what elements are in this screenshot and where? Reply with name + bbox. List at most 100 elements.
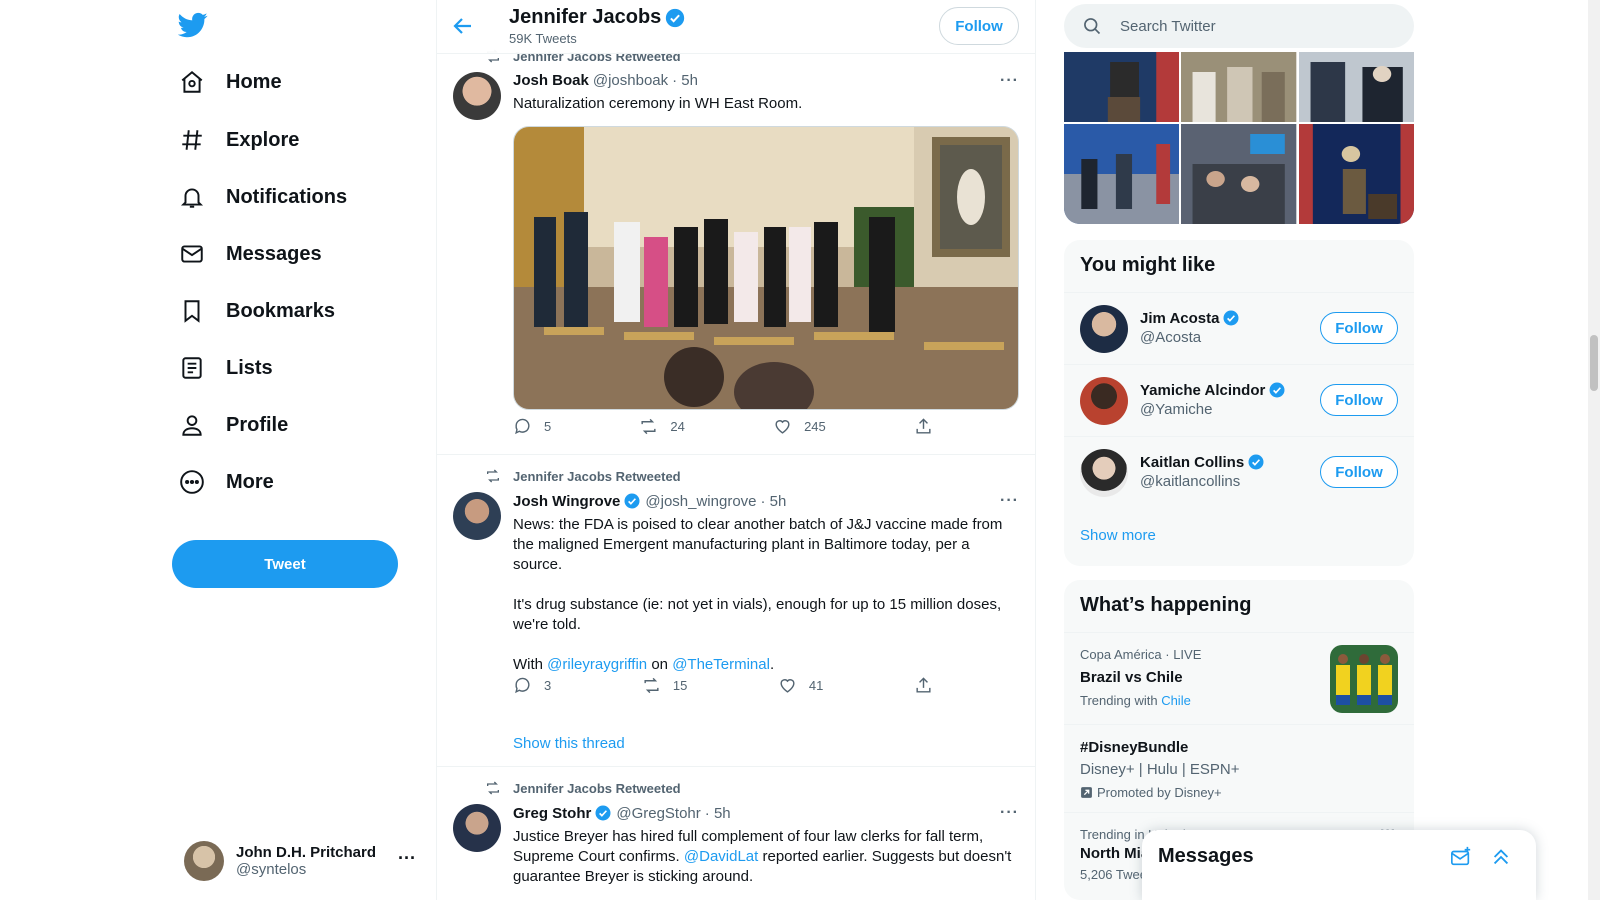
- tweet[interactable]: Jennifer Jacobs Retweeted Greg Stohr @Gr…: [437, 767, 1035, 900]
- trend-link[interactable]: Chile: [1161, 693, 1191, 708]
- nav-bookmarks[interactable]: Bookmarks: [178, 291, 335, 331]
- media-thumbnail[interactable]: [1181, 124, 1297, 224]
- avatar[interactable]: [453, 804, 501, 852]
- trend-item[interactable]: Copa América · LIVE Brazil vs Chile Tren…: [1064, 632, 1414, 724]
- tweet-time[interactable]: · 5h: [705, 805, 731, 822]
- verified-badge-icon: [1269, 382, 1285, 398]
- promoted-label: Promoted by Disney+: [1080, 785, 1222, 800]
- media-thumbnail[interactable]: [1181, 52, 1297, 122]
- retweeted-by-label: Jennifer Jacobs Retweeted: [513, 780, 681, 796]
- share-button[interactable]: [914, 416, 933, 436]
- author-name[interactable]: Greg Stohr: [513, 805, 591, 822]
- retweet-button[interactable]: 24: [639, 416, 685, 436]
- follow-button[interactable]: Follow: [1320, 312, 1398, 344]
- back-arrow-icon[interactable]: [451, 14, 477, 40]
- avatar[interactable]: [453, 492, 501, 540]
- search-box[interactable]: Search Twitter: [1064, 4, 1414, 48]
- author-name[interactable]: Josh Wingrove: [513, 493, 620, 510]
- tweet-button[interactable]: Tweet: [172, 540, 398, 588]
- more-options-icon[interactable]: ···: [1000, 492, 1019, 510]
- author-handle[interactable]: @joshboak: [593, 72, 668, 89]
- trend-thumbnail: [1330, 645, 1398, 713]
- nav-home[interactable]: Home: [178, 62, 282, 102]
- trend-item[interactable]: #DisneyBundle Disney+ | Hulu | ESPN+ Pro…: [1064, 724, 1414, 812]
- avatar[interactable]: [453, 72, 501, 120]
- avatar[interactable]: [1080, 449, 1128, 497]
- account-handle: @syntelos: [236, 861, 307, 878]
- user-name: Kaitlan Collins: [1140, 453, 1265, 471]
- trend-title: Brazil vs Chile: [1080, 669, 1183, 686]
- reply-icon: [515, 677, 530, 693]
- nav-label: Notifications: [226, 185, 348, 208]
- reply-button[interactable]: 5: [513, 416, 551, 436]
- tweet[interactable]: Jennifer Jacobs Retweeted Josh Wingrove …: [437, 455, 1035, 767]
- follow-button[interactable]: Follow: [1320, 384, 1398, 416]
- nav-explore[interactable]: Explore: [178, 120, 299, 160]
- like-button[interactable]: 41: [778, 675, 823, 695]
- user-handle: @kaitlancollins: [1140, 473, 1241, 490]
- mention-link[interactable]: @DavidLat: [684, 848, 758, 865]
- suggested-user[interactable]: Kaitlan Collins @kaitlancollins Follow: [1064, 436, 1414, 508]
- follow-button[interactable]: Follow: [939, 7, 1019, 45]
- search-input[interactable]: Search Twitter: [1120, 18, 1216, 35]
- tweet[interactable]: Jennifer Jacobs Retweeted Josh Boak @jos…: [437, 40, 1035, 455]
- tweet-time[interactable]: · 5h: [672, 72, 698, 89]
- trend-title: #DisneyBundle: [1080, 739, 1189, 756]
- reply-icon: [515, 418, 530, 434]
- text-fragment: Trending with: [1080, 693, 1158, 708]
- nav-lists[interactable]: Lists: [178, 348, 273, 388]
- tweet-photo[interactable]: [513, 126, 1019, 410]
- show-more-link[interactable]: Show more: [1080, 527, 1156, 544]
- mention-link[interactable]: @TheTerminal: [672, 656, 770, 673]
- retweet-count: 15: [672, 677, 688, 693]
- heart-icon: [775, 419, 790, 434]
- nav-messages[interactable]: Messages: [178, 234, 322, 274]
- verified-badge-icon: [1223, 310, 1239, 326]
- more-options-icon[interactable]: ···: [1000, 72, 1019, 90]
- twitter-logo-icon[interactable]: [177, 10, 208, 40]
- left-sidebar: Home Explore Notifications Messages Book…: [168, 0, 428, 900]
- tweet-time[interactable]: · 5h: [761, 493, 787, 510]
- chevron-up-icon[interactable]: [1490, 846, 1512, 868]
- nav-profile[interactable]: Profile: [178, 405, 288, 445]
- page-title: Jennifer Jacobs: [509, 6, 686, 29]
- user-name-text: Yamiche Alcindor: [1140, 381, 1266, 399]
- messages-drawer[interactable]: Messages: [1142, 830, 1536, 900]
- media-thumbnail[interactable]: [1064, 52, 1180, 122]
- verified-badge-icon: [624, 493, 640, 509]
- more-options-icon[interactable]: ···: [398, 848, 416, 869]
- more-options-icon[interactable]: ···: [1000, 804, 1019, 822]
- like-button[interactable]: 245: [773, 416, 826, 436]
- avatar[interactable]: [1080, 305, 1128, 353]
- scrollbar-thumb[interactable]: [1590, 335, 1598, 391]
- search-icon: [1084, 18, 1101, 35]
- reply-button[interactable]: 3: [513, 675, 551, 695]
- new-message-icon[interactable]: [1450, 846, 1472, 868]
- author-handle[interactable]: @josh_wingrove: [645, 493, 756, 510]
- profile-media-grid: [1064, 52, 1414, 224]
- follow-button[interactable]: Follow: [1320, 456, 1398, 488]
- suggested-user[interactable]: Jim Acosta @Acosta Follow: [1064, 292, 1414, 364]
- mention-link[interactable]: @rileyraygriffin: [547, 656, 647, 673]
- account-switcher[interactable]: John D.H. Pritchard @syntelos ···: [184, 836, 416, 886]
- nav-notifications[interactable]: Notifications: [178, 177, 347, 217]
- show-thread-link[interactable]: Show this thread: [513, 735, 625, 752]
- retweet-icon: [487, 469, 499, 483]
- retweet-button[interactable]: 15: [642, 675, 687, 695]
- promoted-text: Promoted by Disney+: [1097, 785, 1222, 800]
- nav-more[interactable]: More: [178, 462, 274, 502]
- media-thumbnail[interactable]: [1298, 52, 1414, 122]
- avatar[interactable]: [1080, 377, 1128, 425]
- verified-badge-icon: [666, 8, 685, 27]
- tweet-header: Josh Boak @joshboak · 5h: [513, 72, 698, 89]
- share-button[interactable]: [914, 675, 933, 695]
- media-thumbnail[interactable]: [1298, 124, 1414, 224]
- bell-icon: [178, 183, 206, 211]
- user-name: Jim Acosta: [1140, 309, 1240, 327]
- page-scrollbar[interactable]: [1588, 0, 1600, 900]
- suggested-user[interactable]: Yamiche Alcindor @Yamiche Follow: [1064, 364, 1414, 436]
- media-thumbnail[interactable]: [1064, 124, 1180, 224]
- author-handle[interactable]: @GregStohr: [616, 805, 700, 822]
- avatar: [184, 841, 224, 881]
- author-name[interactable]: Josh Boak: [513, 72, 589, 89]
